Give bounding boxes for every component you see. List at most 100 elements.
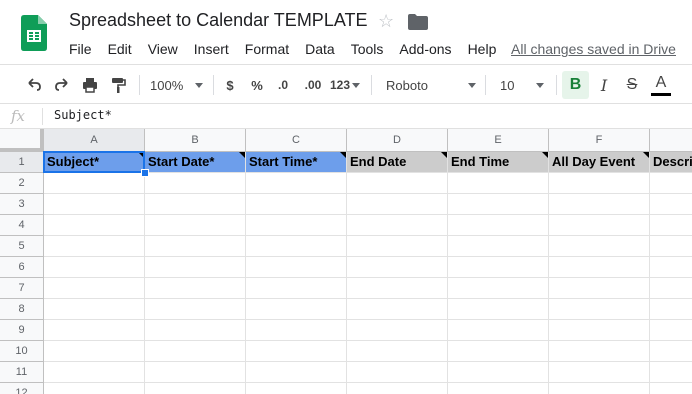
cell-b2[interactable] (145, 173, 246, 194)
column-header-d[interactable]: D (347, 129, 448, 152)
increase-decimal-button[interactable]: .00 (300, 65, 326, 105)
cell-f3[interactable] (549, 194, 650, 215)
cell-d1[interactable]: End Date (347, 152, 448, 173)
cell-g5[interactable] (650, 236, 692, 257)
row-header-5[interactable]: 5 (0, 236, 44, 257)
row-header-10[interactable]: 10 (0, 341, 44, 362)
column-header-f[interactable]: F (549, 129, 650, 152)
cell-e7[interactable] (448, 278, 549, 299)
cell-d6[interactable] (347, 257, 448, 278)
cell-a5[interactable] (44, 236, 145, 257)
cell-g12[interactable] (650, 383, 692, 394)
cell-f11[interactable] (549, 362, 650, 383)
cell-b7[interactable] (145, 278, 246, 299)
cell-f10[interactable] (549, 341, 650, 362)
cell-d2[interactable] (347, 173, 448, 194)
cell-c10[interactable] (246, 341, 347, 362)
cell-e9[interactable] (448, 320, 549, 341)
cell-g10[interactable] (650, 341, 692, 362)
row-header-11[interactable]: 11 (0, 362, 44, 383)
paint-format-button[interactable] (106, 65, 130, 105)
cell-g3[interactable] (650, 194, 692, 215)
cell-b11[interactable] (145, 362, 246, 383)
cell-e8[interactable] (448, 299, 549, 320)
text-color-button[interactable]: A (649, 65, 673, 105)
cell-g11[interactable] (650, 362, 692, 383)
cell-f5[interactable] (549, 236, 650, 257)
bold-button[interactable]: B (562, 71, 589, 99)
row-header-12[interactable]: 12 (0, 383, 44, 394)
cell-d10[interactable] (347, 341, 448, 362)
redo-button[interactable] (50, 65, 74, 105)
cell-a3[interactable] (44, 194, 145, 215)
cell-d11[interactable] (347, 362, 448, 383)
percent-format-button[interactable]: % (247, 65, 267, 105)
document-title[interactable]: Spreadsheet to Calendar TEMPLATE (69, 10, 368, 31)
cell-e6[interactable] (448, 257, 549, 278)
row-header-4[interactable]: 4 (0, 215, 44, 236)
cell-c1[interactable]: Start Time* (246, 152, 347, 173)
cell-g9[interactable] (650, 320, 692, 341)
cell-g2[interactable] (650, 173, 692, 194)
more-formats-select[interactable]: 123 (330, 65, 364, 105)
cell-d8[interactable] (347, 299, 448, 320)
cell-f4[interactable] (549, 215, 650, 236)
menu-view[interactable]: View (148, 40, 178, 58)
cell-b4[interactable] (145, 215, 246, 236)
cell-e11[interactable] (448, 362, 549, 383)
cell-c8[interactable] (246, 299, 347, 320)
font-size-select[interactable]: 10 (500, 65, 550, 105)
cell-e10[interactable] (448, 341, 549, 362)
cell-c6[interactable] (246, 257, 347, 278)
cell-c4[interactable] (246, 215, 347, 236)
cell-c2[interactable] (246, 173, 347, 194)
row-header-8[interactable]: 8 (0, 299, 44, 320)
cell-f12[interactable] (549, 383, 650, 394)
cell-e1[interactable]: End Time (448, 152, 549, 173)
menu-tools[interactable]: Tools (351, 40, 384, 58)
cell-c12[interactable] (246, 383, 347, 394)
cell-a6[interactable] (44, 257, 145, 278)
cell-c7[interactable] (246, 278, 347, 299)
menu-add-ons[interactable]: Add-ons (399, 40, 451, 58)
cell-g7[interactable] (650, 278, 692, 299)
row-header-9[interactable]: 9 (0, 320, 44, 341)
cell-f9[interactable] (549, 320, 650, 341)
cell-c5[interactable] (246, 236, 347, 257)
sheets-logo-icon[interactable] (21, 15, 47, 51)
cell-e4[interactable] (448, 215, 549, 236)
cell-a7[interactable] (44, 278, 145, 299)
cell-b8[interactable] (145, 299, 246, 320)
cell-f6[interactable] (549, 257, 650, 278)
menu-edit[interactable]: Edit (108, 40, 132, 58)
cell-a9[interactable] (44, 320, 145, 341)
currency-format-button[interactable]: $ (220, 65, 240, 105)
cell-c9[interactable] (246, 320, 347, 341)
row-header-7[interactable]: 7 (0, 278, 44, 299)
row-header-3[interactable]: 3 (0, 194, 44, 215)
cell-f1[interactable]: All Day Event (549, 152, 650, 173)
column-header-g[interactable]: G (650, 129, 692, 152)
cell-e12[interactable] (448, 383, 549, 394)
menu-format[interactable]: Format (245, 40, 289, 58)
cell-d7[interactable] (347, 278, 448, 299)
cell-e2[interactable] (448, 173, 549, 194)
cell-b6[interactable] (145, 257, 246, 278)
cell-g1[interactable]: Descrip (650, 152, 692, 173)
menu-data[interactable]: Data (305, 40, 335, 58)
column-header-c[interactable]: C (246, 129, 347, 152)
cell-c3[interactable] (246, 194, 347, 215)
cell-e3[interactable] (448, 194, 549, 215)
cell-b12[interactable] (145, 383, 246, 394)
cell-d12[interactable] (347, 383, 448, 394)
formula-input[interactable]: Subject* (54, 108, 112, 122)
zoom-select[interactable]: 100% (150, 65, 205, 105)
save-status-link[interactable]: All changes saved in Drive (511, 40, 676, 58)
cell-e5[interactable] (448, 236, 549, 257)
fill-handle[interactable] (141, 169, 149, 177)
cell-a4[interactable] (44, 215, 145, 236)
cell-a10[interactable] (44, 341, 145, 362)
star-icon[interactable]: ☆ (378, 10, 394, 32)
row-header-2[interactable]: 2 (0, 173, 44, 194)
cell-f8[interactable] (549, 299, 650, 320)
